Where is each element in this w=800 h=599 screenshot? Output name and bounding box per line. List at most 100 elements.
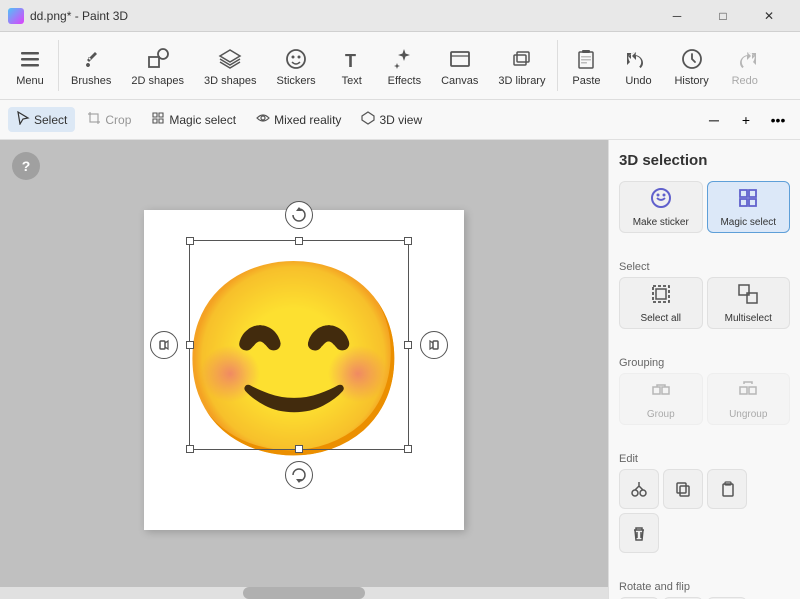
emoji-display: 😊 — [174, 240, 414, 480]
menu-label: Menu — [16, 75, 44, 87]
canvas-scrollbar[interactable] — [0, 587, 608, 599]
help-button[interactable]: ? — [12, 152, 40, 180]
edit-icons-row — [619, 469, 790, 553]
3d-view-label: 3D view — [379, 113, 422, 127]
brushes-icon — [77, 45, 105, 73]
select-btn[interactable]: Select — [8, 107, 75, 132]
sub-toolbar: Select Crop Magic select Mixed reality 3… — [0, 100, 800, 140]
make-sticker-label: Make sticker — [633, 217, 689, 228]
magic-select-panel-btn[interactable]: Magic select — [707, 181, 791, 233]
text-label: Text — [342, 75, 362, 87]
ungroup-icon — [737, 379, 759, 406]
3d-shapes-label: 3D shapes — [204, 75, 257, 87]
side-handle-right[interactable] — [420, 331, 448, 359]
canvas-scroll-thumb[interactable] — [243, 587, 365, 599]
make-sticker-icon — [650, 187, 672, 214]
group-icon — [650, 379, 672, 406]
toolbar-sep-2 — [557, 40, 558, 91]
panel-select-row: Select all Multiselect — [619, 277, 790, 329]
group-btn[interactable]: Group — [619, 373, 703, 425]
canvas-label: Canvas — [441, 75, 478, 87]
edit-section-label: Edit — [619, 453, 790, 465]
toolbar-3d-shapes[interactable]: 3D shapes — [194, 32, 267, 99]
main-area: ? 😊 — [0, 140, 800, 599]
cut-btn[interactable] — [619, 469, 659, 509]
make-sticker-btn[interactable]: Make sticker — [619, 181, 703, 233]
multiselect-icon — [737, 283, 759, 310]
select-section-label: Select — [619, 261, 790, 273]
multiselect-label: Multiselect — [725, 313, 772, 324]
delete-btn[interactable] — [619, 513, 659, 553]
canvas-icon — [446, 45, 474, 73]
select-label: Select — [34, 113, 67, 127]
toolbar-canvas[interactable]: Canvas — [431, 32, 488, 99]
maximize-button[interactable]: □ — [700, 0, 746, 32]
mixed-reality-label: Mixed reality — [274, 113, 341, 127]
zoom-in-btn[interactable]: + — [732, 106, 760, 134]
canvas-area[interactable]: ? 😊 — [0, 140, 608, 599]
2d-shapes-icon — [144, 45, 172, 73]
toolbar-text[interactable]: T Text — [326, 32, 378, 99]
minimize-button[interactable]: ─ — [654, 0, 700, 32]
right-panel: 3D selection Make sticker Magic select S… — [608, 140, 800, 599]
effects-label: Effects — [388, 75, 421, 87]
3d-view-icon — [361, 111, 375, 128]
view-3d-btn[interactable]: 3D view — [353, 107, 430, 132]
toolbar-history[interactable]: History — [664, 32, 718, 99]
crop-icon — [87, 111, 101, 128]
main-toolbar: Menu Brushes 2D shapes 3D shapes Sticker… — [0, 32, 800, 100]
stickers-icon — [282, 45, 310, 73]
multiselect-btn[interactable]: Multiselect — [707, 277, 791, 329]
3d-library-label: 3D library — [498, 75, 545, 87]
toolbar-paste[interactable]: Paste — [560, 32, 612, 99]
panel-group-row: Group Ungroup — [619, 373, 790, 425]
text-icon: T — [338, 45, 366, 73]
group-label: Group — [647, 409, 675, 420]
2d-shapes-label: 2D shapes — [131, 75, 184, 87]
magic-select-label: Magic select — [169, 113, 236, 127]
toolbar-undo[interactable]: Undo — [612, 32, 664, 99]
select-icon — [16, 111, 30, 128]
toolbar-menu[interactable]: Menu — [4, 32, 56, 99]
menu-icon — [16, 45, 44, 73]
3d-shapes-icon — [216, 45, 244, 73]
zoom-out-btn[interactable]: ─ — [700, 106, 728, 134]
toolbar-effects[interactable]: Effects — [378, 32, 431, 99]
magic-select-panel-icon — [737, 187, 759, 214]
ungroup-label: Ungroup — [729, 409, 767, 420]
redo-icon — [731, 45, 759, 73]
magic-select-btn[interactable]: Magic select — [143, 107, 244, 132]
rotate-flip-label: Rotate and flip — [619, 581, 790, 593]
select-all-icon — [650, 283, 672, 310]
crop-label: Crop — [105, 113, 131, 127]
panel-top-row: Make sticker Magic select — [619, 181, 790, 233]
grouping-section-label: Grouping — [619, 357, 790, 369]
toolbar-2d-shapes[interactable]: 2D shapes — [121, 32, 194, 99]
magic-select-panel-label: Magic select — [720, 217, 776, 228]
close-button[interactable]: ✕ — [746, 0, 792, 32]
redo-label: Redo — [732, 75, 758, 87]
brushes-label: Brushes — [71, 75, 111, 87]
toolbar-stickers[interactable]: Stickers — [267, 32, 326, 99]
titlebar-title: dd.png* - Paint 3D — [30, 9, 128, 23]
svg-text:T: T — [345, 51, 356, 71]
toolbar-brushes[interactable]: Brushes — [61, 32, 121, 99]
paste-btn[interactable] — [707, 469, 747, 509]
mixed-reality-btn[interactable]: Mixed reality — [248, 107, 349, 132]
magic-select-icon — [151, 111, 165, 128]
toolbar-3d-library[interactable]: 3D library — [488, 32, 555, 99]
rotate-handle-top[interactable] — [285, 201, 313, 229]
more-options-btn[interactable]: ••• — [764, 106, 792, 134]
crop-btn[interactable]: Crop — [79, 107, 139, 132]
stickers-label: Stickers — [277, 75, 316, 87]
undo-icon — [624, 45, 652, 73]
white-canvas: 😊 — [144, 210, 464, 530]
undo-label: Undo — [625, 75, 651, 87]
ungroup-btn[interactable]: Ungroup — [707, 373, 791, 425]
copy-btn[interactable] — [663, 469, 703, 509]
select-all-btn[interactable]: Select all — [619, 277, 703, 329]
select-all-label: Select all — [640, 313, 681, 324]
3d-library-icon — [508, 45, 536, 73]
toolbar-redo[interactable]: Redo — [719, 32, 771, 99]
paste-icon — [572, 45, 600, 73]
